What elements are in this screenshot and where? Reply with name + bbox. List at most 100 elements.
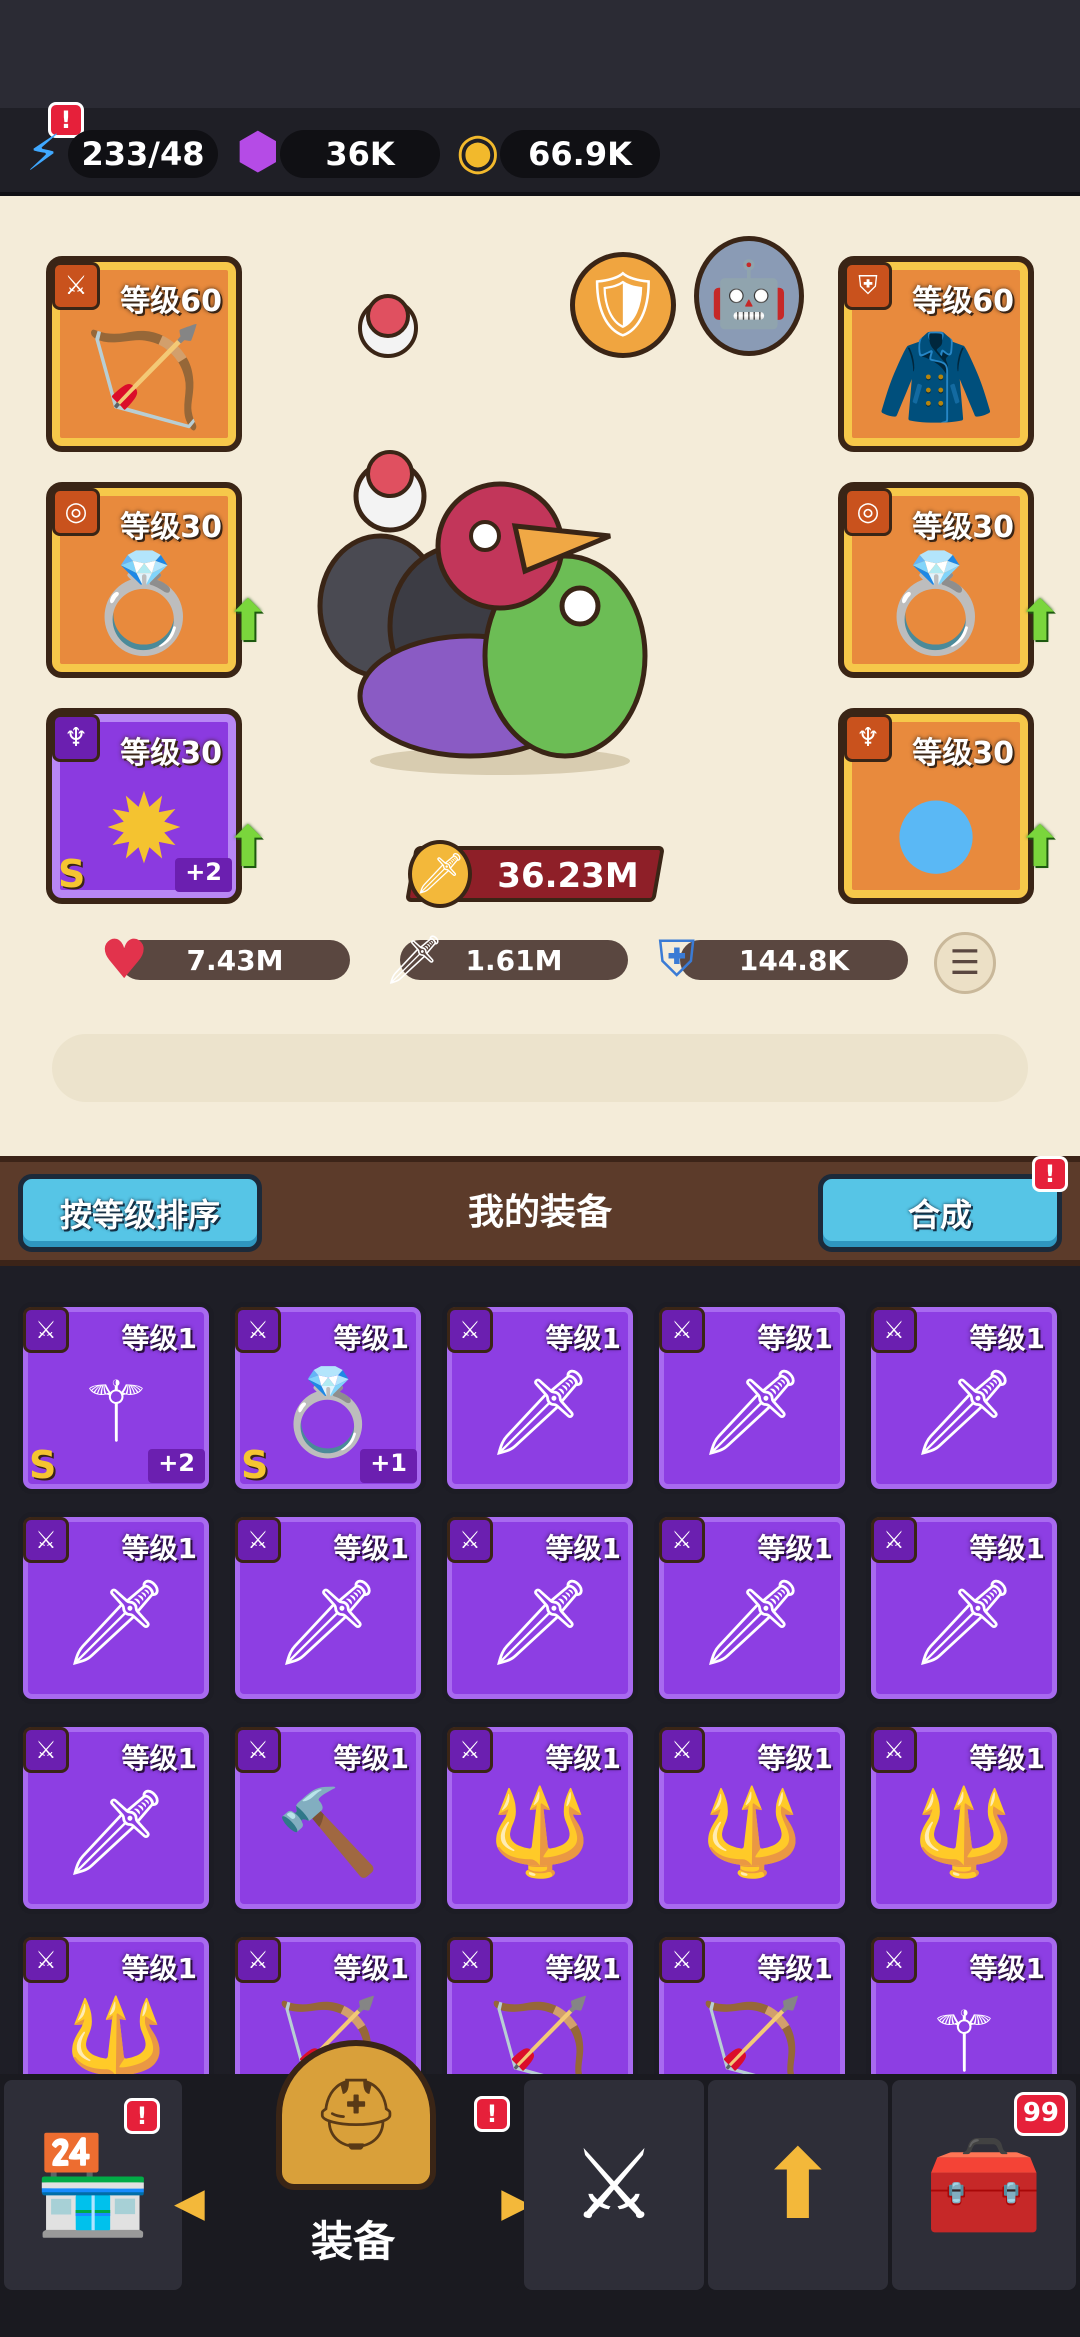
merge-button[interactable]: 合成 bbox=[818, 1174, 1062, 1252]
upgrade-arrow-icon: ⬆ bbox=[1016, 815, 1064, 880]
weapon-slot[interactable]: ⚔ 等级60 🏹 bbox=[46, 256, 242, 452]
item-type-icon: ⚔ bbox=[235, 1307, 281, 1353]
spear-icon: 🔱 bbox=[63, 1993, 169, 2074]
armor-slot[interactable]: ⛨ 等级60 🧥 bbox=[838, 256, 1034, 452]
item-level: 等级1 bbox=[121, 1742, 197, 1775]
inventory-item[interactable]: ⚔ 等级1 🔨 bbox=[230, 1722, 426, 1914]
item-type-icon: ⚔ bbox=[659, 1727, 705, 1773]
inventory-item[interactable]: ⚔ 等级1 🗡 bbox=[18, 1722, 214, 1914]
tab-equipment[interactable]: ◀ ▶ ⛑ 装备 ! bbox=[174, 2040, 532, 2290]
resource-bar: ! ⚡ 233/48 ⬢ 36K ◉ 66.9K bbox=[0, 102, 1080, 196]
item-type-icon: ⚔ bbox=[447, 1517, 493, 1563]
tab-battle[interactable]: ⚔ bbox=[524, 2080, 704, 2290]
armor-icon: 🧥 bbox=[876, 321, 996, 433]
inventory-item[interactable]: ⚔ 等级1 🗡 bbox=[654, 1512, 850, 1704]
helmet-icon: ⛑ bbox=[276, 2040, 436, 2190]
ring-slot-right[interactable]: ◎ 等级30 💍 ⬆ bbox=[838, 482, 1063, 678]
wood-sword-icon: 🗡 bbox=[910, 1363, 1018, 1461]
inventory-item[interactable]: ⚔ 等级1 🗡 bbox=[654, 1302, 850, 1494]
inventory-item[interactable]: ⚔ 等级1 🗡 bbox=[866, 1512, 1062, 1704]
shield-icon: ⛨ bbox=[658, 930, 696, 988]
grade-label: S bbox=[241, 1443, 269, 1487]
coin-icon: ◉ bbox=[456, 122, 500, 180]
heart-icon: ♥ bbox=[100, 928, 149, 991]
bottom-tab-bar: 🏪 ! ◀ ▶ ⛑ 装备 ! ⚔ ⬆ 🧰 99 bbox=[0, 2040, 1080, 2337]
stats-detail-button[interactable]: ☰ bbox=[934, 932, 996, 994]
item-type-icon: ⚔ bbox=[235, 1937, 281, 1983]
armor-type-icon: ⛨ bbox=[844, 262, 892, 310]
ring-icon: 💍 bbox=[84, 547, 204, 659]
item-type-icon: ⚔ bbox=[871, 1307, 917, 1353]
item-type-icon: ⚔ bbox=[871, 1727, 917, 1773]
inventory-item[interactable]: ⚔ 等级1 🔱 bbox=[654, 1722, 850, 1914]
amulet-type-icon: ♆ bbox=[52, 714, 100, 762]
wood-sword-icon: 🗡 bbox=[486, 1363, 594, 1461]
item-level: 等级1 bbox=[757, 1322, 833, 1355]
inventory-item[interactable]: ⚔ 等级1 🔱 bbox=[18, 1932, 214, 2074]
shop-icon: 🏪 bbox=[33, 2128, 153, 2241]
item-level: 等级1 bbox=[121, 1322, 197, 1355]
hp-stat: 7.43M bbox=[120, 940, 350, 980]
amulet-slot[interactable]: ♆ 等级30 ✹ S +2 ⬆ bbox=[46, 708, 271, 904]
sort-by-level-button[interactable]: 按等级排序 bbox=[18, 1174, 262, 1252]
inventory-item[interactable]: ⚔ 等级1 ⚚ S +2 bbox=[18, 1302, 214, 1494]
coin-counter[interactable]: 66.9K bbox=[500, 130, 660, 178]
ring-slot-left[interactable]: ◎ 等级30 💍 ⬆ bbox=[46, 482, 271, 678]
item-type-icon: ⚔ bbox=[235, 1727, 281, 1773]
weapon-type-icon: ⚔ bbox=[52, 262, 100, 310]
orb-slot[interactable]: ♆ 等级30 ● ⬆ bbox=[838, 708, 1063, 904]
inventory-item[interactable]: ⚔ 等级1 🗡 bbox=[230, 1512, 426, 1704]
item-type-icon: ⚔ bbox=[23, 1307, 69, 1353]
item-type-icon: ⚔ bbox=[659, 1307, 705, 1353]
alert-badge: ! bbox=[124, 2098, 160, 2134]
upgrade-arrow-icon: ⬆ bbox=[1016, 589, 1064, 654]
wood-sword-icon: 🗡 bbox=[698, 1363, 806, 1461]
item-type-icon: ⚔ bbox=[447, 1307, 493, 1353]
item-type-icon: ⚔ bbox=[871, 1937, 917, 1983]
inventory-item[interactable]: ⚔ 等级1 🗡 bbox=[866, 1302, 1062, 1494]
menu-strip bbox=[52, 1034, 1028, 1102]
bone-bow-icon: 🏹 bbox=[699, 1993, 805, 2074]
item-level: 等级1 bbox=[333, 1952, 409, 1985]
saber-icon: 🗡 bbox=[486, 1573, 594, 1671]
bonus-label: +1 bbox=[360, 1449, 417, 1483]
bonus-label: +2 bbox=[148, 1449, 205, 1483]
item-type-icon: ⚔ bbox=[659, 1517, 705, 1563]
tab-equipment-label: 装备 bbox=[310, 2217, 395, 2266]
hero-panel: ⚔ 等级60 🏹 ◎ 等级30 💍 ⬆ ♆ 等级30 ✹ S +2 ⬆ ⛨ 等级… bbox=[0, 196, 1080, 1319]
item-level: 等级1 bbox=[969, 1952, 1045, 1985]
chest-count-badge: 99 bbox=[1013, 2092, 1068, 2136]
sword-icon: 🗡 bbox=[384, 932, 445, 988]
hero-character bbox=[310, 386, 690, 786]
inventory-item[interactable]: ⚔ 等级1 🔱 bbox=[442, 1722, 638, 1914]
crossed-swords-icon: ⚔ bbox=[570, 2129, 658, 2241]
item-level: 等级1 bbox=[121, 1952, 197, 1985]
item-level: 等级1 bbox=[757, 1952, 833, 1985]
spear-icon: 🔱 bbox=[911, 1783, 1017, 1881]
inventory-item[interactable]: ⚔ 等级1 🔱 bbox=[866, 1722, 1062, 1914]
armored-companion-icon[interactable]: 🤖 bbox=[694, 236, 804, 356]
inventory-item[interactable]: ⚔ 等级1 💍 S +1 bbox=[230, 1302, 426, 1494]
item-type-icon: ⚔ bbox=[659, 1937, 705, 1983]
inventory-grid: ⚔ 等级1 ⚚ S +2 ⚔ 等级1 💍 S +1 ⚔ 等级1 🗡 ⚔ 等级1 🗡 ⚔ 等级1 🗡 ⚔ 等级1 🗡 ⚔ 等级1… bbox=[0, 1266, 1080, 2074]
tab-shop[interactable]: 🏪 ! bbox=[4, 2080, 182, 2290]
inventory-item[interactable]: ⚔ 等级1 🗡 bbox=[442, 1512, 638, 1704]
knight-companion-icon[interactable]: 🛡 bbox=[570, 252, 676, 358]
tab-treasure[interactable]: 🧰 99 bbox=[892, 2080, 1076, 2290]
grade-label: S bbox=[58, 852, 86, 896]
gem-counter[interactable]: 36K bbox=[280, 130, 440, 178]
item-type-icon: ⚔ bbox=[447, 1727, 493, 1773]
spear-icon: 🔱 bbox=[487, 1783, 593, 1881]
inventory-item[interactable]: ⚔ 等级1 ⚚ bbox=[866, 1932, 1062, 2074]
inventory-item[interactable]: ⚔ 等级1 🏹 bbox=[442, 1932, 638, 2074]
item-level: 等级1 bbox=[333, 1532, 409, 1565]
crossbow-icon: 🏹 bbox=[84, 321, 204, 433]
ring-type-icon: ◎ bbox=[844, 488, 892, 536]
item-level: 等级1 bbox=[969, 1322, 1045, 1355]
tab-upgrade[interactable]: ⬆ bbox=[708, 2080, 888, 2290]
energy-counter[interactable]: 233/48 bbox=[68, 130, 218, 178]
inventory-item[interactable]: ⚔ 等级1 🗡 bbox=[442, 1302, 638, 1494]
ring-type-icon: ◎ bbox=[52, 488, 100, 536]
inventory-item[interactable]: ⚔ 等级1 🏹 bbox=[654, 1932, 850, 2074]
inventory-item[interactable]: ⚔ 等级1 🗡 bbox=[18, 1512, 214, 1704]
